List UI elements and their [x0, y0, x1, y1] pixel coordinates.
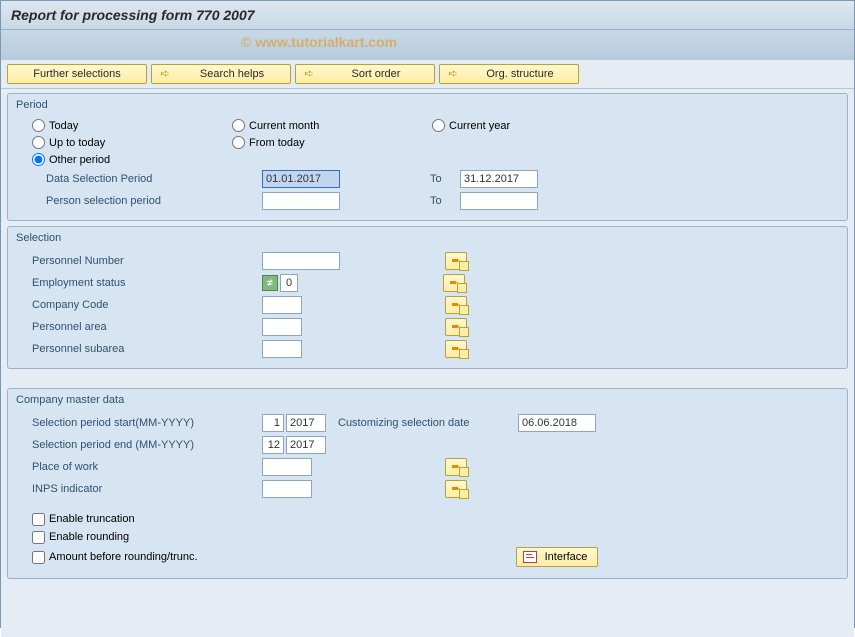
- inps-indicator-label: INPS indicator: [32, 483, 262, 495]
- period-group-title: Period: [16, 97, 839, 113]
- radio-current-month-input[interactable]: [232, 119, 245, 132]
- employment-status-multi-button[interactable]: ➨: [443, 274, 465, 292]
- sel-end-yyyy-input[interactable]: [286, 436, 326, 454]
- place-of-work-label: Place of work: [32, 461, 262, 473]
- radio-today[interactable]: Today: [32, 119, 232, 132]
- person-selection-to-input[interactable]: [460, 192, 538, 210]
- radio-from-today-label: From today: [249, 137, 305, 149]
- arrow-right-icon: ➨: [451, 344, 460, 355]
- window-title: Report for processing form 770 2007: [1, 1, 854, 30]
- person-selection-from-input[interactable]: [262, 192, 340, 210]
- sort-order-label: Sort order: [352, 68, 401, 80]
- customizing-date-label: Customizing selection date: [338, 417, 518, 429]
- interface-button[interactable]: Interface: [516, 547, 599, 567]
- arrow-right-icon: ➪: [446, 67, 460, 81]
- customizing-date-input[interactable]: [518, 414, 596, 432]
- radio-other-period-input[interactable]: [32, 153, 45, 166]
- enable-rounding-label: Enable rounding: [49, 531, 129, 543]
- sel-end-label: Selection period end (MM-YYYY): [32, 439, 262, 451]
- personnel-number-label: Personnel Number: [32, 255, 262, 267]
- sel-end-mm-input[interactable]: [262, 436, 284, 454]
- watermark: © www.tutorialkart.com: [241, 34, 397, 50]
- enable-truncation-checkbox[interactable]: [32, 513, 45, 526]
- org-structure-button[interactable]: ➪ Org. structure: [439, 64, 579, 84]
- radio-from-today[interactable]: From today: [232, 136, 432, 149]
- arrow-right-icon: ➨: [451, 256, 460, 267]
- personnel-area-input[interactable]: [262, 318, 302, 336]
- employment-status-label: Employment status: [32, 277, 262, 289]
- sort-order-button[interactable]: ➪ Sort order: [295, 64, 435, 84]
- further-selections-button[interactable]: Further selections: [7, 64, 147, 84]
- arrow-right-icon: ➨: [451, 462, 460, 473]
- company-code-label: Company Code: [32, 299, 262, 311]
- sel-start-yyyy-input[interactable]: [286, 414, 326, 432]
- company-code-input[interactable]: [262, 296, 302, 314]
- subtitle-strip: © www.tutorialkart.com: [1, 30, 854, 60]
- personnel-number-input[interactable]: [262, 252, 340, 270]
- radio-current-year-input[interactable]: [432, 119, 445, 132]
- inps-indicator-multi-button[interactable]: ➨: [445, 480, 467, 498]
- company-master-group-title: Company master data: [16, 392, 839, 408]
- org-structure-label: Org. structure: [486, 68, 553, 80]
- place-of-work-input[interactable]: [262, 458, 312, 476]
- selection-group: Selection Personnel Number ➨ Employment …: [7, 226, 848, 369]
- interface-label: Interface: [545, 551, 588, 563]
- radio-from-today-input[interactable]: [232, 136, 245, 149]
- personnel-area-multi-button[interactable]: ➨: [445, 318, 467, 336]
- radio-up-to-today[interactable]: Up to today: [32, 136, 232, 149]
- amount-before-checkbox[interactable]: [32, 551, 45, 564]
- arrow-right-icon: ➨: [451, 484, 460, 495]
- selection-group-title: Selection: [16, 230, 839, 246]
- employment-status-input[interactable]: [280, 274, 298, 292]
- search-helps-label: Search helps: [200, 68, 264, 80]
- place-of-work-multi-button[interactable]: ➨: [445, 458, 467, 476]
- toolbar: Further selections ➪ Search helps ➪ Sort…: [1, 60, 854, 89]
- further-selections-label: Further selections: [33, 68, 120, 80]
- radio-other-period-label: Other period: [49, 154, 110, 166]
- personnel-area-label: Personnel area: [32, 321, 262, 333]
- person-selection-period-label: Person selection period: [46, 195, 262, 207]
- radio-current-year-label: Current year: [449, 120, 510, 132]
- company-code-multi-button[interactable]: ➨: [445, 296, 467, 314]
- personnel-number-multi-button[interactable]: ➨: [445, 252, 467, 270]
- company-master-group: Company master data Selection period sta…: [7, 388, 848, 579]
- radio-today-label: Today: [49, 120, 78, 132]
- arrow-right-icon: ➨: [451, 322, 460, 333]
- not-equal-icon[interactable]: ≠: [262, 275, 278, 291]
- sel-start-mm-input[interactable]: [262, 414, 284, 432]
- document-icon: [523, 551, 537, 563]
- personnel-subarea-label: Personnel subarea: [32, 343, 262, 355]
- to-label: To: [430, 173, 460, 185]
- inps-indicator-input[interactable]: [262, 480, 312, 498]
- amount-before-label: Amount before rounding/trunc.: [49, 551, 198, 563]
- data-selection-to-input[interactable]: [460, 170, 538, 188]
- radio-current-year[interactable]: Current year: [432, 119, 632, 132]
- radio-up-to-today-input[interactable]: [32, 136, 45, 149]
- radio-current-month-label: Current month: [249, 120, 319, 132]
- data-selection-period-label: Data Selection Period: [46, 173, 262, 185]
- personnel-subarea-multi-button[interactable]: ➨: [445, 340, 467, 358]
- to-label-2: To: [430, 195, 460, 207]
- arrow-right-icon: ➪: [158, 67, 172, 81]
- search-helps-button[interactable]: ➪ Search helps: [151, 64, 291, 84]
- sel-start-label: Selection period start(MM-YYYY): [32, 417, 262, 429]
- data-selection-from-input[interactable]: [262, 170, 340, 188]
- enable-rounding-checkbox[interactable]: [32, 531, 45, 544]
- arrow-right-icon: ➨: [449, 278, 458, 289]
- radio-today-input[interactable]: [32, 119, 45, 132]
- personnel-subarea-input[interactable]: [262, 340, 302, 358]
- arrow-right-icon: ➪: [302, 67, 316, 81]
- radio-up-to-today-label: Up to today: [49, 137, 105, 149]
- radio-current-month[interactable]: Current month: [232, 119, 432, 132]
- enable-truncation-label: Enable truncation: [49, 513, 135, 525]
- radio-other-period[interactable]: Other period: [32, 153, 232, 166]
- arrow-right-icon: ➨: [451, 300, 460, 311]
- period-group: Period Today Current month Current year …: [7, 93, 848, 221]
